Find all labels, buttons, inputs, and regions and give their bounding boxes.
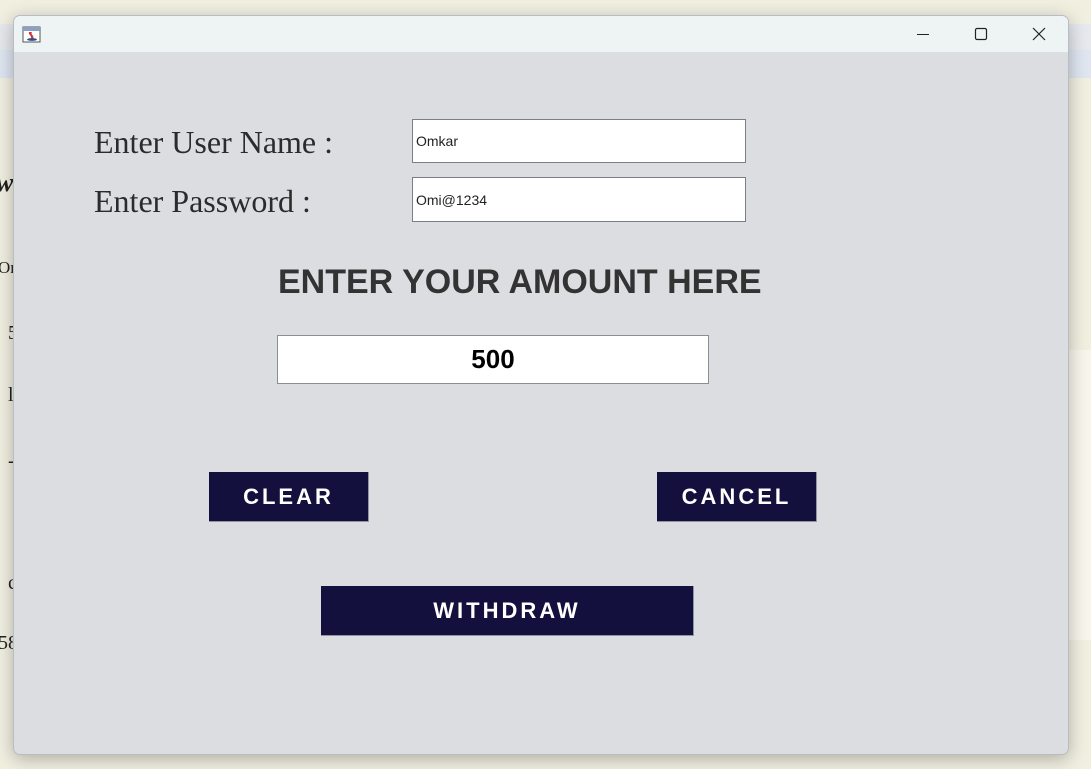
close-icon	[1032, 27, 1046, 41]
cancel-button[interactable]: CANCEL	[657, 472, 817, 522]
title-bar[interactable]	[14, 16, 1068, 52]
username-label: Enter User Name :	[94, 124, 334, 160]
password-label: Enter Password :	[94, 183, 311, 219]
java-app-icon	[22, 24, 42, 44]
withdraw-button[interactable]: WITHDRAW	[321, 586, 694, 636]
username-field[interactable]: Omkar	[412, 119, 746, 163]
password-field[interactable]: Omi@1234	[412, 177, 746, 222]
minimize-icon	[917, 34, 929, 35]
maximize-button[interactable]	[952, 16, 1010, 52]
background-text-fragment: w	[0, 168, 13, 198]
close-button[interactable]	[1010, 16, 1068, 52]
minimize-button[interactable]	[894, 16, 952, 52]
maximize-icon	[974, 27, 988, 41]
amount-input[interactable]: 500	[277, 335, 709, 384]
clear-button[interactable]: CLEAR	[209, 472, 369, 522]
amount-heading: ENTER YOUR AMOUNT HERE	[278, 263, 762, 301]
withdraw-window: Enter User Name : Omkar Enter Password :…	[13, 15, 1069, 755]
background-right-panel	[1069, 350, 1091, 640]
